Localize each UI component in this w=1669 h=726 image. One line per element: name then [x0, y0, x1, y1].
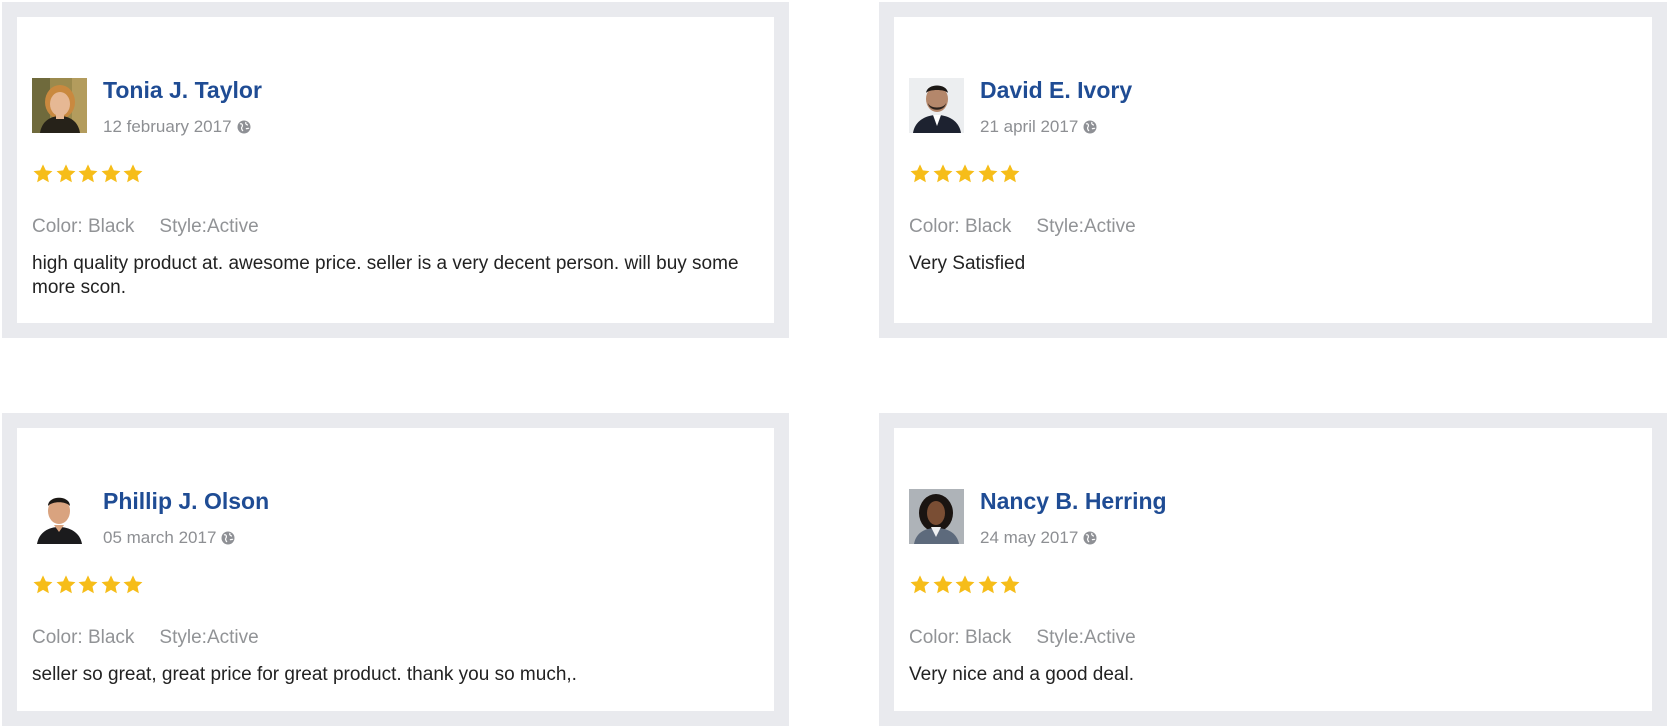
avatar-man-icon — [909, 78, 964, 133]
star-icon — [33, 575, 53, 594]
avatar-woman-icon — [909, 489, 964, 544]
star-icon — [910, 575, 930, 594]
star-icon — [56, 164, 76, 183]
product-variant: Color: Black Style:Active — [32, 626, 259, 650]
star-icon — [955, 575, 975, 594]
product-variant: Color: Black Style:Active — [909, 626, 1136, 650]
globe-icon — [1083, 531, 1097, 545]
review-card: Phillip J. Olson 05 march 2017 Color: Bl… — [2, 413, 789, 726]
review-text: high quality product at. awesome price. … — [32, 253, 739, 298]
globe-icon — [1083, 120, 1097, 134]
star-icon — [78, 575, 98, 594]
avatar-man-icon — [32, 489, 87, 544]
review-date: 05 march 2017 — [103, 527, 235, 549]
variant-style: Style:Active — [1036, 216, 1136, 237]
review-date-text: 12 february 2017 — [103, 117, 232, 136]
review-card: Tonia J. Taylor 12 february 2017 Color: … — [2, 2, 789, 338]
star-rating — [32, 163, 145, 187]
star-icon — [1000, 164, 1020, 183]
reviewer-avatar[interactable] — [32, 78, 87, 133]
star-icon — [101, 164, 121, 183]
star-icon — [1000, 575, 1020, 594]
variant-color: Color: Black — [909, 216, 1012, 237]
variant-style: Style:Active — [1036, 627, 1136, 648]
star-icon — [933, 164, 953, 183]
avatar-woman-icon — [32, 78, 87, 133]
variant-style: Style:Active — [159, 216, 259, 237]
product-variant: Color: Black Style:Active — [32, 215, 259, 239]
star-icon — [978, 164, 998, 183]
variant-color: Color: Black — [909, 627, 1012, 648]
globe-icon — [221, 531, 235, 545]
reviewer-name[interactable]: Tonia J. Taylor — [103, 76, 262, 104]
star-icon — [978, 575, 998, 594]
variant-color: Color: Black — [32, 627, 135, 648]
star-icon — [33, 164, 53, 183]
star-rating — [909, 574, 1022, 598]
globe-icon — [237, 120, 251, 134]
review-date-text: 21 april 2017 — [980, 117, 1079, 136]
star-icon — [101, 575, 121, 594]
review-date: 24 may 2017 — [980, 527, 1097, 549]
variant-style: Style:Active — [159, 627, 259, 648]
star-icon — [955, 164, 975, 183]
star-icon — [56, 575, 76, 594]
review-card: Nancy B. Herring 24 may 2017 Color: Blac… — [879, 413, 1667, 726]
reviewer-name[interactable]: Nancy B. Herring — [980, 487, 1167, 515]
star-icon — [933, 575, 953, 594]
reviewer-avatar[interactable] — [909, 78, 964, 133]
review-text: seller so great, great price for great p… — [32, 664, 577, 685]
review-text: Very nice and a good deal. — [909, 664, 1135, 685]
review-card: David E. Ivory 21 april 2017 Color: Blac… — [879, 2, 1667, 338]
reviewer-avatar[interactable] — [32, 489, 87, 544]
review-date-text: 24 may 2017 — [980, 528, 1079, 547]
reviewer-avatar[interactable] — [909, 489, 964, 544]
star-icon — [123, 164, 143, 183]
star-icon — [910, 164, 930, 183]
star-rating — [32, 574, 145, 598]
review-text: Very Satisfied — [909, 253, 1026, 274]
review-date: 21 april 2017 — [980, 116, 1097, 138]
review-date: 12 february 2017 — [103, 116, 251, 138]
star-icon — [123, 575, 143, 594]
reviewer-name[interactable]: David E. Ivory — [980, 76, 1132, 104]
star-icon — [78, 164, 98, 183]
star-rating — [909, 163, 1022, 187]
reviewer-name[interactable]: Phillip J. Olson — [103, 487, 269, 515]
variant-color: Color: Black — [32, 216, 135, 237]
review-date-text: 05 march 2017 — [103, 528, 217, 547]
product-variant: Color: Black Style:Active — [909, 215, 1136, 239]
